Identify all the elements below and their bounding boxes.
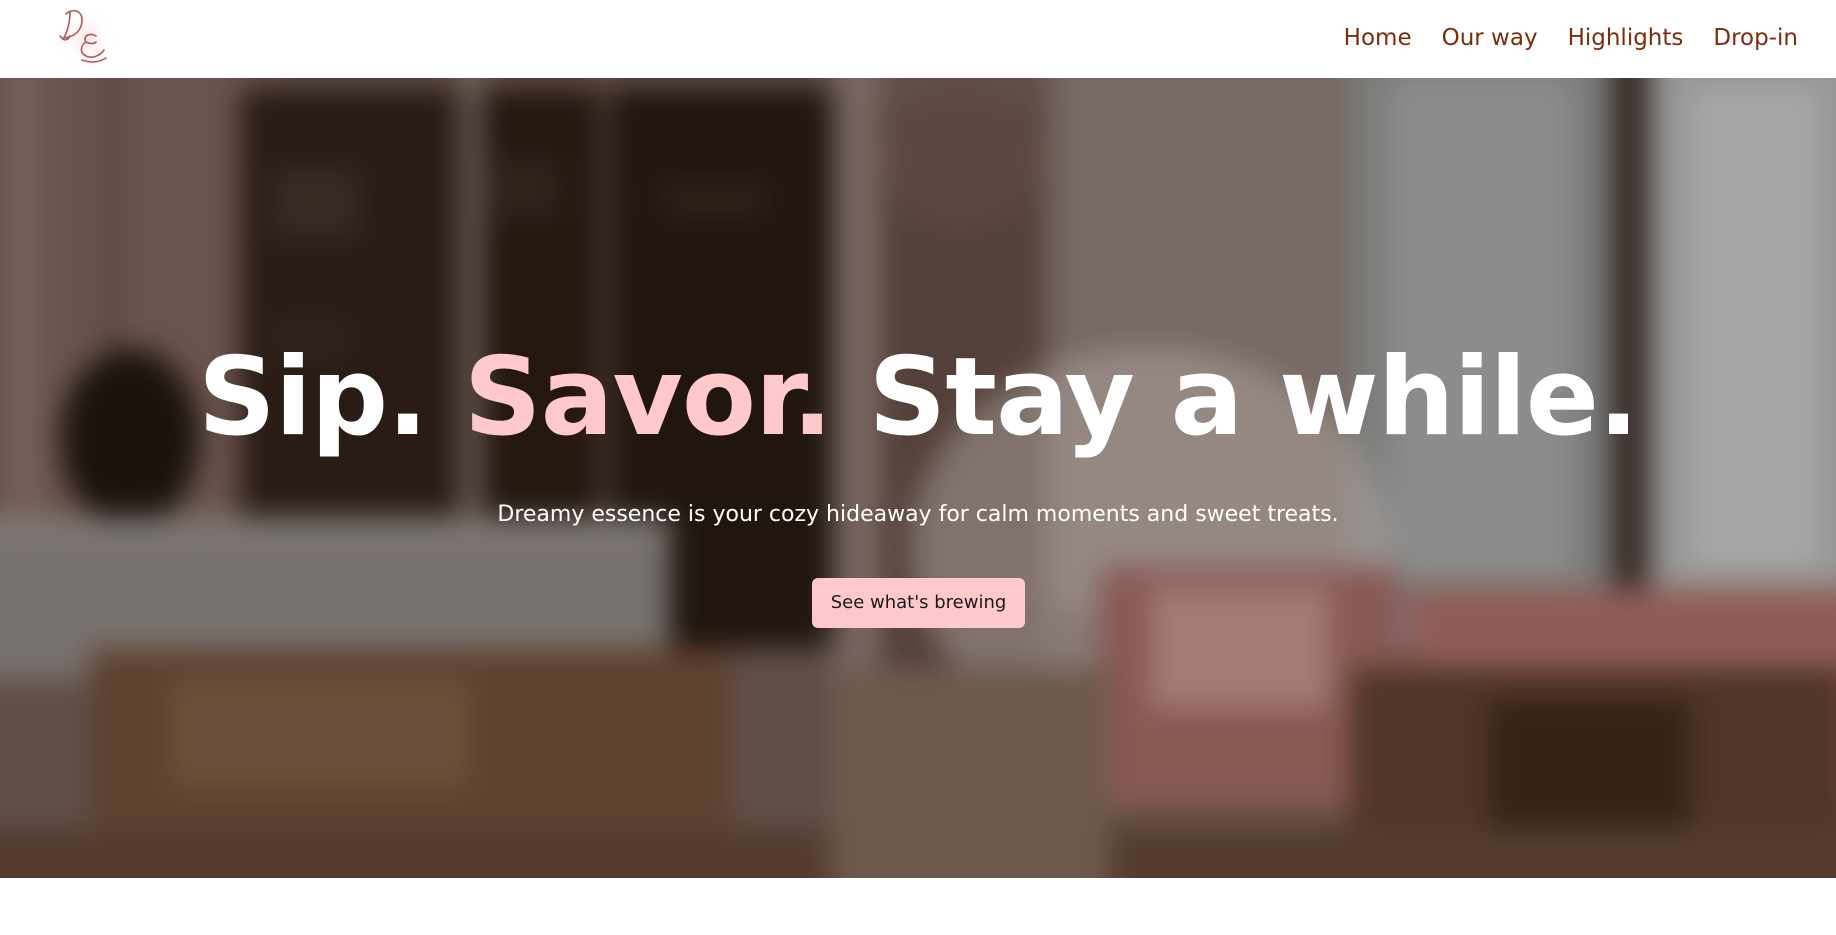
site-header: Home Our way Highlights Drop-in bbox=[0, 0, 1836, 78]
hero-title-sip: Sip. bbox=[198, 335, 428, 460]
hero-title-stay: Stay a while. bbox=[868, 335, 1639, 460]
hero-title-savor: Savor. bbox=[463, 335, 833, 460]
hero-section: Sip. Savor. Stay a while. Dreamy essence… bbox=[0, 78, 1836, 878]
nav-item-highlights[interactable]: Highlights bbox=[1568, 24, 1684, 52]
nav-item-drop-in[interactable]: Drop-in bbox=[1713, 24, 1798, 52]
hero-title: Sip. Savor. Stay a while. bbox=[0, 333, 1836, 463]
nav-item-home[interactable]: Home bbox=[1344, 24, 1412, 52]
hero-subtitle: Dreamy essence is your cozy hideaway for… bbox=[497, 502, 1339, 527]
main-nav: Home Our way Highlights Drop-in bbox=[1344, 24, 1798, 52]
brand-logo[interactable] bbox=[52, 2, 122, 72]
see-whats-brewing-button[interactable]: See what's brewing bbox=[812, 578, 1025, 628]
hero-content: Sip. Savor. Stay a while. Dreamy essence… bbox=[0, 78, 1836, 878]
nav-item-our-way[interactable]: Our way bbox=[1442, 24, 1538, 52]
